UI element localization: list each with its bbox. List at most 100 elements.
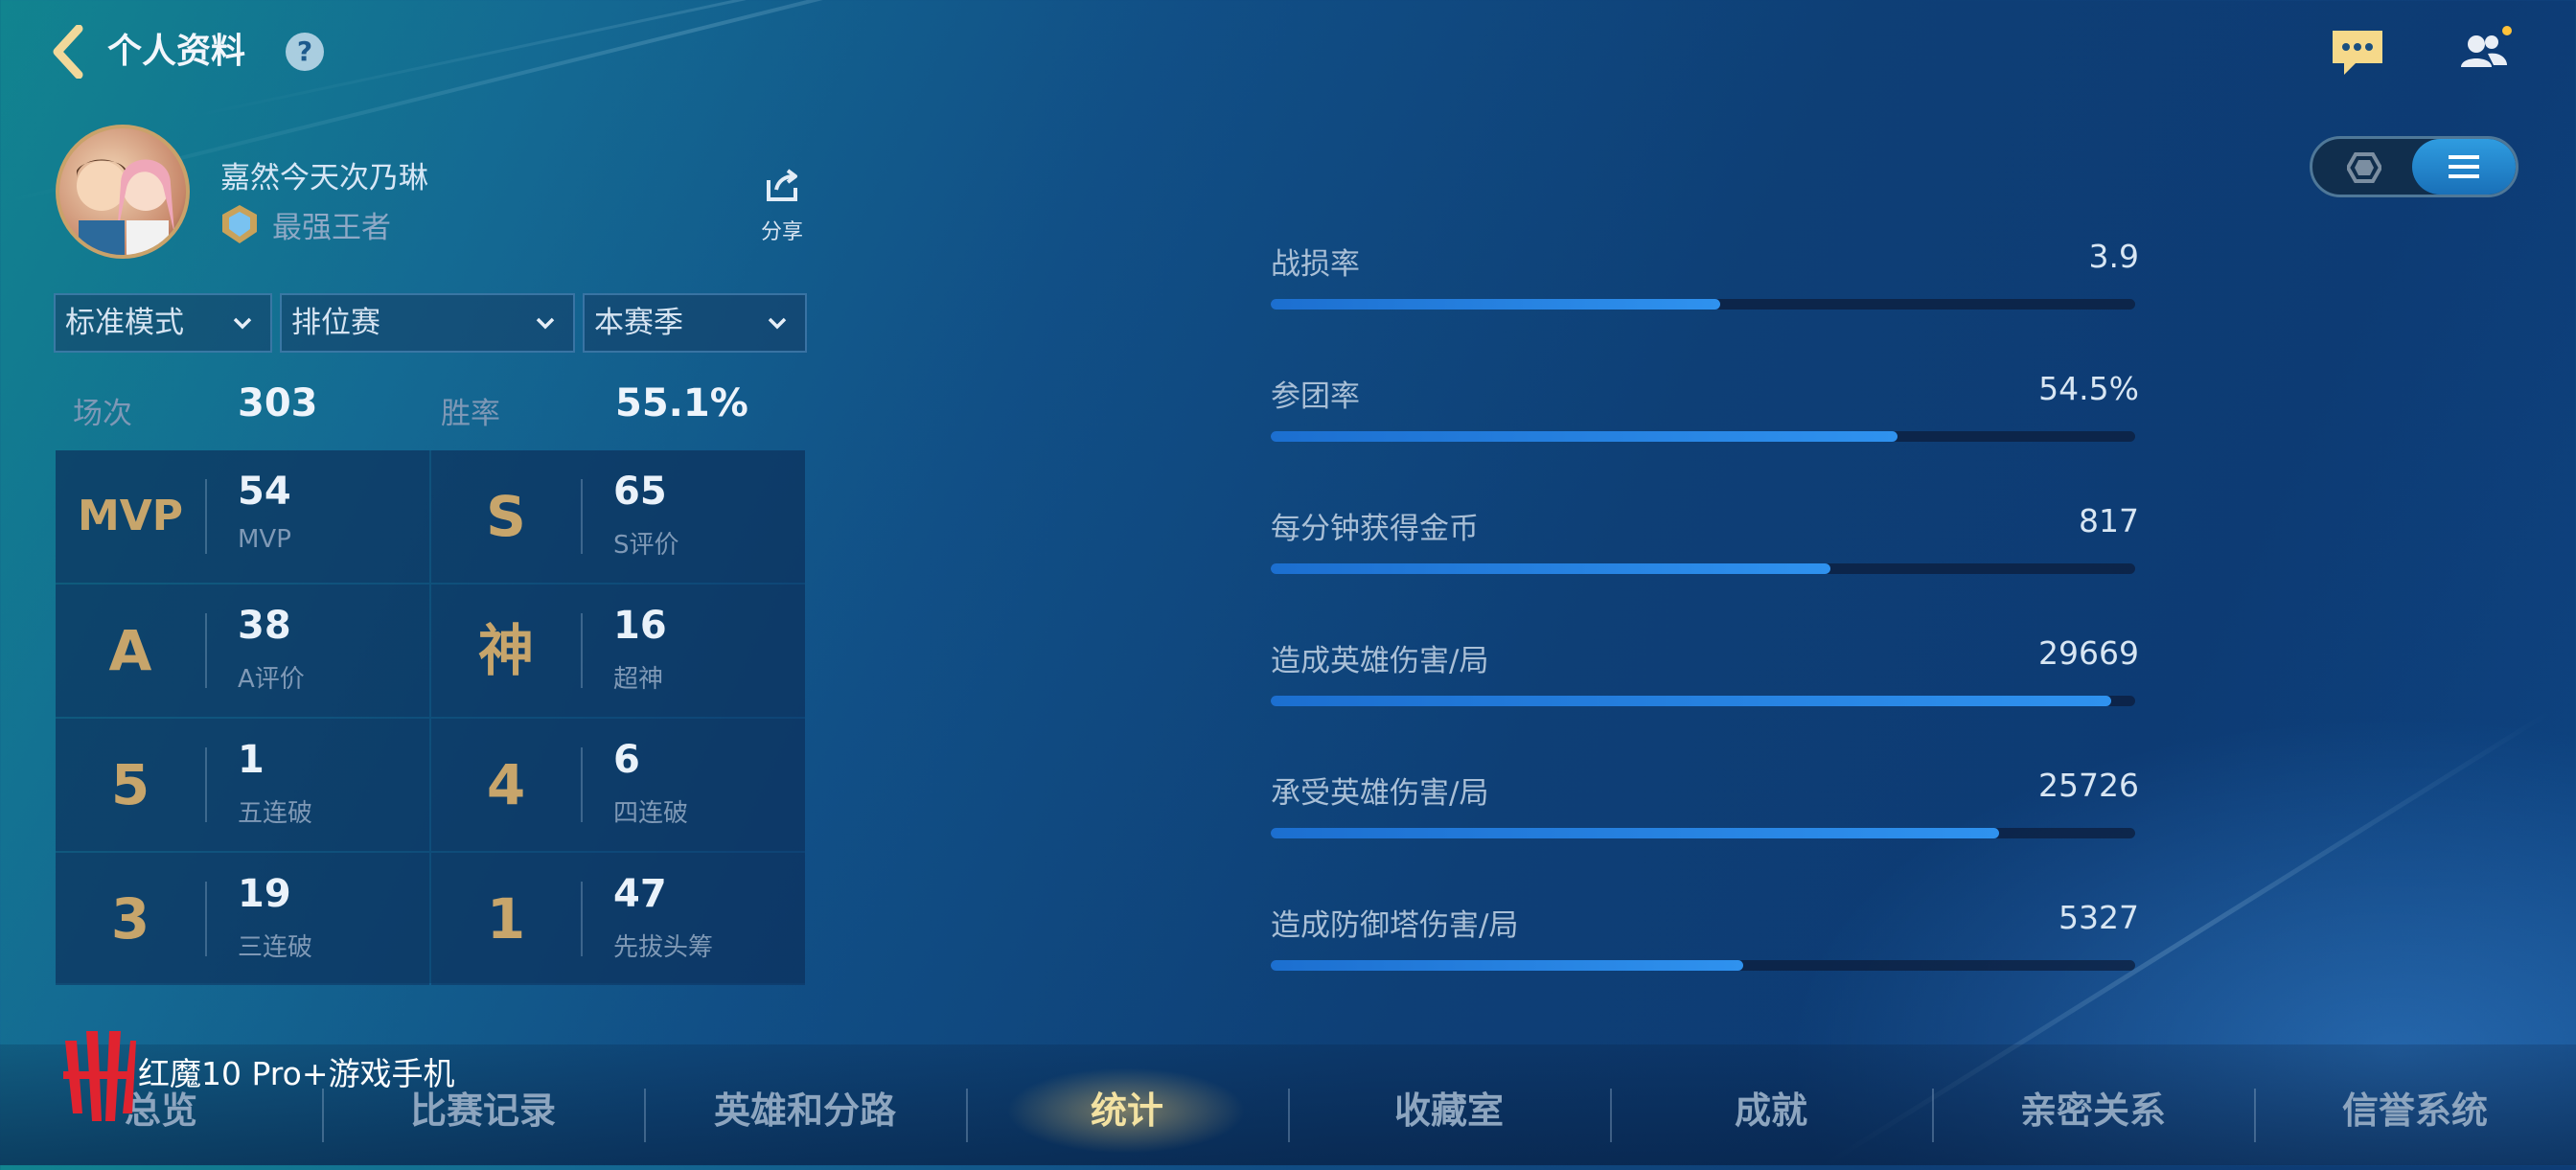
mode-dropdown[interactable]: 标准模式 (54, 293, 272, 353)
tab-statistics[interactable]: 统计 (966, 1081, 1288, 1134)
achievement-count: 54 (238, 470, 291, 514)
achievement-mvp: MVP 54 MVP (56, 450, 429, 583)
match-type-dropdown-value: 排位赛 (291, 306, 380, 340)
stat-progress-track (1271, 828, 2135, 838)
stat-progress-fill (1271, 828, 2000, 838)
achievement-a-rating: A 38 A评价 (56, 585, 429, 717)
share-button[interactable]: 分享 (757, 167, 807, 244)
tab-credit-system[interactable]: 信誉系统 (2254, 1081, 2576, 1134)
achievement-count: 6 (613, 738, 640, 782)
tab-divider (1610, 1089, 1612, 1142)
tab-divider (2254, 1089, 2256, 1142)
achievement-label: 三连破 (238, 933, 313, 962)
achievement-penta-kill: 5 1 五连破 (56, 719, 429, 851)
stat-label: 造成英雄伤害/局 (1271, 644, 1489, 678)
season-dropdown-value: 本赛季 (594, 306, 683, 340)
stat-progress-track (1271, 960, 2135, 971)
s-rating-badge-icon: S (486, 484, 526, 549)
achievement-s-rating: S 65 S评价 (431, 450, 805, 583)
achievement-label: 四连破 (613, 799, 689, 828)
divider (581, 747, 583, 822)
stat-label: 参团率 (1271, 379, 1360, 414)
stat-progress-fill (1271, 431, 1898, 442)
divider (581, 882, 583, 956)
divider (205, 747, 207, 822)
share-icon (767, 169, 797, 201)
achievement-count: 1 (238, 738, 264, 782)
share-label: 分享 (760, 220, 803, 244)
achievement-label: 超神 (613, 665, 664, 694)
avatar[interactable] (56, 125, 190, 259)
stat-value: 54.5% (2038, 370, 2139, 407)
stat-label: 造成防御塔伤害/局 (1271, 908, 1519, 943)
divider (205, 479, 207, 554)
stat-value: 3.9 (2088, 238, 2139, 275)
stat-value: 25726 (2038, 767, 2139, 804)
stat-progress-track (1271, 299, 2135, 310)
match-type-dropdown[interactable]: 排位赛 (280, 293, 575, 353)
triple-kill-badge-icon: 3 (110, 886, 150, 952)
stat-progress-fill (1271, 563, 1830, 574)
achievement-label: 五连破 (238, 799, 313, 828)
back-chevron-icon[interactable] (50, 25, 88, 79)
achievement-label: A评价 (238, 665, 305, 694)
achievement-label: MVP (238, 525, 291, 554)
help-icon[interactable]: ? (286, 33, 324, 71)
light-streak (191, 0, 1505, 118)
godlike-badge-icon: 神 (477, 618, 534, 683)
chevron-down-icon (536, 317, 555, 330)
achievement-quadra-kill: 4 6 四连破 (431, 719, 805, 851)
achievement-triple-kill: 3 19 三连破 (56, 853, 429, 985)
winrate-label: 胜率 (441, 397, 500, 431)
games-label: 场次 (73, 397, 132, 431)
divider (205, 613, 207, 688)
divider (581, 479, 583, 554)
tab-divider (644, 1089, 646, 1142)
stat-label: 每分钟获得金币 (1271, 512, 1479, 546)
achievement-grid: MVP 54 MVP S 65 S评价 A 38 A评价 神 16 超神 5 1 五连破 4 6 四连破 3 19 三连… (56, 450, 805, 985)
mvp-badge-icon: MVP (77, 492, 184, 540)
achievement-count: 47 (613, 872, 667, 916)
games-value: 303 (238, 381, 318, 425)
stat-progress-track (1271, 563, 2135, 574)
achievement-count: 38 (238, 604, 291, 648)
stat-value: 5327 (2058, 899, 2139, 936)
tab-heroes-and-lanes[interactable]: 英雄和分路 (644, 1081, 966, 1134)
first-blood-badge-icon: 1 (486, 886, 526, 952)
winrate-value: 55.1% (615, 381, 748, 425)
achievement-first-blood: 1 47 先拔头筹 (431, 853, 805, 985)
achievement-count: 65 (613, 470, 667, 514)
device-watermark: 红魔10 Pro+游戏手机 (138, 1055, 455, 1092)
season-dropdown[interactable]: 本赛季 (583, 293, 807, 353)
stat-value: 29669 (2038, 634, 2139, 672)
hexagon-icon[interactable] (2347, 152, 2381, 183)
stat-progress-track (1271, 696, 2135, 706)
quadra-kill-badge-icon: 4 (486, 752, 526, 817)
achievement-godlike: 神 16 超神 (431, 585, 805, 717)
view-toggle[interactable] (2310, 136, 2518, 197)
username: 嘉然今天次乃琳 (220, 161, 428, 195)
list-icon (2449, 155, 2479, 178)
divider (205, 882, 207, 956)
stat-progress-fill (1271, 696, 2111, 706)
stat-progress-fill (1271, 299, 1721, 310)
tab-relationships[interactable]: 亲密关系 (1932, 1081, 2254, 1134)
a-rating-badge-icon: A (108, 618, 152, 683)
stat-value: 817 (2079, 502, 2139, 539)
achievement-label: S评价 (613, 531, 679, 560)
tab-divider (322, 1089, 324, 1142)
tab-collection[interactable]: 收藏室 (1288, 1081, 1610, 1134)
list-view-toggle[interactable] (2412, 139, 2516, 195)
stat-label: 承受英雄伤害/局 (1271, 776, 1489, 811)
achievement-count: 19 (238, 872, 291, 916)
chat-bubble-icon[interactable] (2327, 25, 2388, 79)
friends-icon[interactable] (2453, 23, 2515, 77)
rank-emblem-icon (222, 205, 257, 243)
tab-divider (1932, 1089, 1934, 1142)
chevron-down-icon (768, 317, 787, 330)
rank-title: 最强王者 (272, 211, 391, 245)
red-magic-logo-icon (63, 1031, 136, 1121)
penta-kill-badge-icon: 5 (110, 752, 150, 817)
tab-achievements[interactable]: 成就 (1610, 1081, 1932, 1134)
stat-label: 战损率 (1271, 247, 1360, 282)
